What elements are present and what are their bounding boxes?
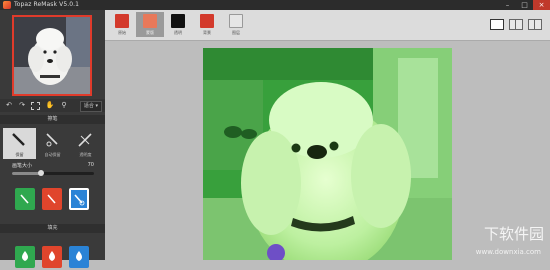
fill-buttons [0,246,105,270]
brush-transparency-icon [78,133,92,147]
window-title: Topaz ReMask V5.0.1 [14,1,80,8]
mask-color-buttons [0,182,105,222]
tab-layer[interactable]: 图层 [222,12,250,37]
watermark-text: 下软件园 [483,225,544,243]
maximize-button[interactable]: □ [516,0,533,10]
fill-drop-button[interactable] [42,246,62,268]
brush-transparency[interactable]: 透明度 [69,128,102,159]
fill-keep-button[interactable] [15,246,35,268]
keep-color-button[interactable] [15,188,35,210]
tab-layer-icon [229,14,243,28]
quad-view-button[interactable] [528,19,542,30]
tab-original-icon [115,14,129,28]
split-view-button[interactable] [509,19,523,30]
zoom-icon[interactable]: ⚲ [59,101,69,110]
title-bar: Topaz ReMask V5.0.1 – □ × [0,0,550,10]
app-icon [3,1,11,9]
close-button[interactable]: × [533,0,550,10]
tab-transparent-label: 透明 [174,30,182,35]
brush-size-slider-handle[interactable] [37,170,44,176]
brush-section-header: 擦笔 [0,115,105,124]
brush-size-slider-fill [12,172,41,175]
compute-color-button[interactable] [69,188,89,210]
minimize-button[interactable]: – [499,0,516,10]
tab-mask-icon [143,14,157,28]
brush-keep-icon [12,133,25,146]
tab-mask-label: 蒙版 [146,30,154,35]
tab-transparent-icon [171,14,185,28]
tab-background[interactable]: 背景 [193,12,221,37]
fill-section-header: 填充 [0,224,105,233]
brush-size-slider[interactable] [12,170,94,176]
brush-transparency-label: 透明度 [79,152,92,157]
redo-icon[interactable]: ↷ [17,101,27,110]
brush-keep-label: 保留 [15,152,24,157]
tab-layer-label: 图层 [232,30,240,35]
left-panel: ↶ ↷ ✋ ⚲ 适合 ▾ 擦笔 保留 自动保留 透明度 画笔大小 70 填充 [0,10,105,268]
tab-mask[interactable]: 蒙版 [136,12,164,37]
brush-selector: 保留 自动保留 透明度 [0,128,105,161]
drop-color-button[interactable] [42,188,62,210]
view-toolbar: ↶ ↷ ✋ ⚲ 适合 ▾ [0,99,105,112]
single-view-button[interactable] [490,19,504,30]
watermark-url: www.downxia.com [475,248,541,256]
tab-background-icon [200,14,214,28]
zoom-select[interactable]: 适合 ▾ [79,101,102,112]
tab-background-label: 背景 [203,30,211,35]
view-tabs: 原始 蒙版 透明 背景 图层 [105,10,550,41]
fill-compute-button[interactable] [69,246,89,268]
hand-icon[interactable]: ✋ [45,101,55,110]
selection-icon[interactable] [31,102,40,110]
zoom-select-label: 适合 [83,103,94,109]
masked-photo[interactable] [203,48,452,260]
image-canvas[interactable]: 下软件园 www.downxia.com [105,41,550,260]
brush-auto[interactable]: 自动保留 [36,128,69,159]
brush-keep[interactable]: 保留 [3,128,36,159]
brush-size-label: 画笔大小 [12,163,33,169]
tab-transparent[interactable]: 透明 [164,12,192,37]
brush-auto-icon [46,133,58,147]
brush-size-value: 70 [87,162,94,168]
tab-original-label: 原始 [118,30,126,35]
brush-size-row: 画笔大小 70 [12,162,94,170]
navigator-thumbnail[interactable] [12,15,92,96]
undo-icon[interactable]: ↶ [4,101,14,110]
dog-photo-image [203,48,452,260]
tab-original[interactable]: 原始 [108,12,136,37]
brush-auto-label: 自动保留 [44,152,61,157]
